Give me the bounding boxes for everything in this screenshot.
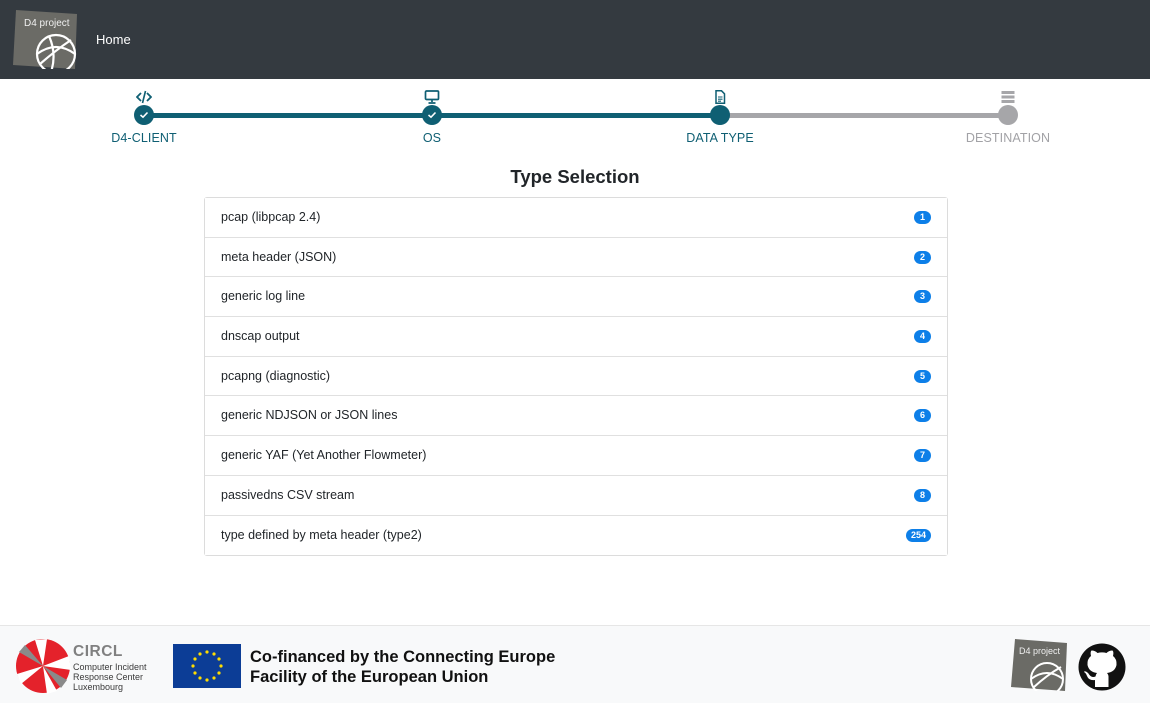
nav-home-link[interactable]: Home — [96, 32, 131, 47]
type-label: generic YAF (Yet Another Flowmeter) — [221, 448, 427, 463]
top-navbar: D4 project Home — [0, 0, 1150, 79]
footer: CIRCL Computer Incident Response Center … — [0, 625, 1150, 703]
circl-logo-icon[interactable] — [15, 638, 71, 694]
type-item-pcapng[interactable]: pcapng (diagnostic) 5 — [205, 356, 947, 397]
type-item-meta-header[interactable]: meta header (JSON) 2 — [205, 237, 947, 278]
type-id-badge: 2 — [914, 250, 931, 264]
type-id-badge: 7 — [914, 449, 931, 463]
step-check-dot — [134, 105, 154, 125]
d4-small-logo-text: D4 project — [1019, 646, 1061, 656]
d4-logo-icon[interactable]: D4 project — [1011, 639, 1067, 691]
type-label: meta header (JSON) — [221, 249, 337, 264]
file-icon — [715, 90, 726, 104]
type-item-dnscap[interactable]: dnscap output 4 — [205, 317, 947, 357]
stepper-track-remaining — [720, 113, 1008, 118]
step-label: DESTINATION — [965, 131, 1051, 145]
progress-stepper: D4-CLIENT OS DATA TYPE DESTINATION — [0, 79, 1150, 159]
type-list: pcap (libpcap 2.4) 1 meta header (JSON) … — [204, 197, 948, 557]
server-icon — [1001, 91, 1015, 103]
type-id-badge: 8 — [914, 488, 931, 502]
monitor-icon — [424, 90, 440, 104]
type-label: pcap (libpcap 2.4) — [221, 210, 321, 224]
type-id-badge: 3 — [914, 290, 931, 304]
step-label: DATA TYPE — [686, 131, 754, 145]
type-label: passivedns CSV stream — [221, 487, 355, 502]
check-icon — [427, 111, 437, 119]
step-label: D4-CLIENT — [111, 131, 177, 145]
type-item-yaf[interactable]: generic YAF (Yet Another Flowmeter) 7 — [205, 436, 947, 476]
type-id-badge: 5 — [914, 369, 931, 383]
type-item-type2[interactable]: type defined by meta header (type2) 254 — [205, 515, 947, 556]
d4-logo-icon[interactable]: D4 project — [13, 10, 77, 69]
type-item-passivedns[interactable]: passivedns CSV stream 8 — [205, 475, 947, 516]
type-item-ndjson[interactable]: generic NDJSON or JSON lines 6 — [205, 396, 947, 437]
circl-name: CIRCL — [73, 643, 123, 660]
code-icon — [136, 90, 152, 104]
step-pending-dot — [998, 105, 1018, 125]
type-label: pcapng (diagnostic) — [221, 368, 331, 383]
type-id-badge: 6 — [914, 409, 931, 423]
step-active-dot — [710, 105, 730, 125]
type-label: generic NDJSON or JSON lines — [221, 408, 398, 423]
eu-flag-icon — [173, 644, 241, 688]
logo-text: D4 project — [24, 18, 70, 29]
type-label: type defined by meta header (type2) — [221, 527, 422, 542]
type-id-badge: 4 — [914, 330, 931, 344]
step-check-dot — [422, 105, 442, 125]
type-item-pcap[interactable]: pcap (libpcap 2.4) 1 — [205, 198, 947, 238]
check-icon — [139, 111, 149, 119]
circl-subtitle: Computer Incident Response Center Luxemb… — [73, 662, 147, 692]
type-id-badge: 254 — [905, 528, 931, 542]
step-label: OS — [422, 131, 442, 145]
type-label: dnscap output — [221, 329, 300, 344]
github-icon[interactable] — [1077, 643, 1127, 691]
type-label: generic log line — [221, 289, 306, 304]
page-title: Type Selection — [510, 166, 640, 187]
type-id-badge: 1 — [914, 211, 931, 224]
cofinanced-text: Co-financed by the Connecting Europe Fac… — [250, 648, 556, 686]
type-item-generic-log-line[interactable]: generic log line 3 — [205, 277, 947, 318]
